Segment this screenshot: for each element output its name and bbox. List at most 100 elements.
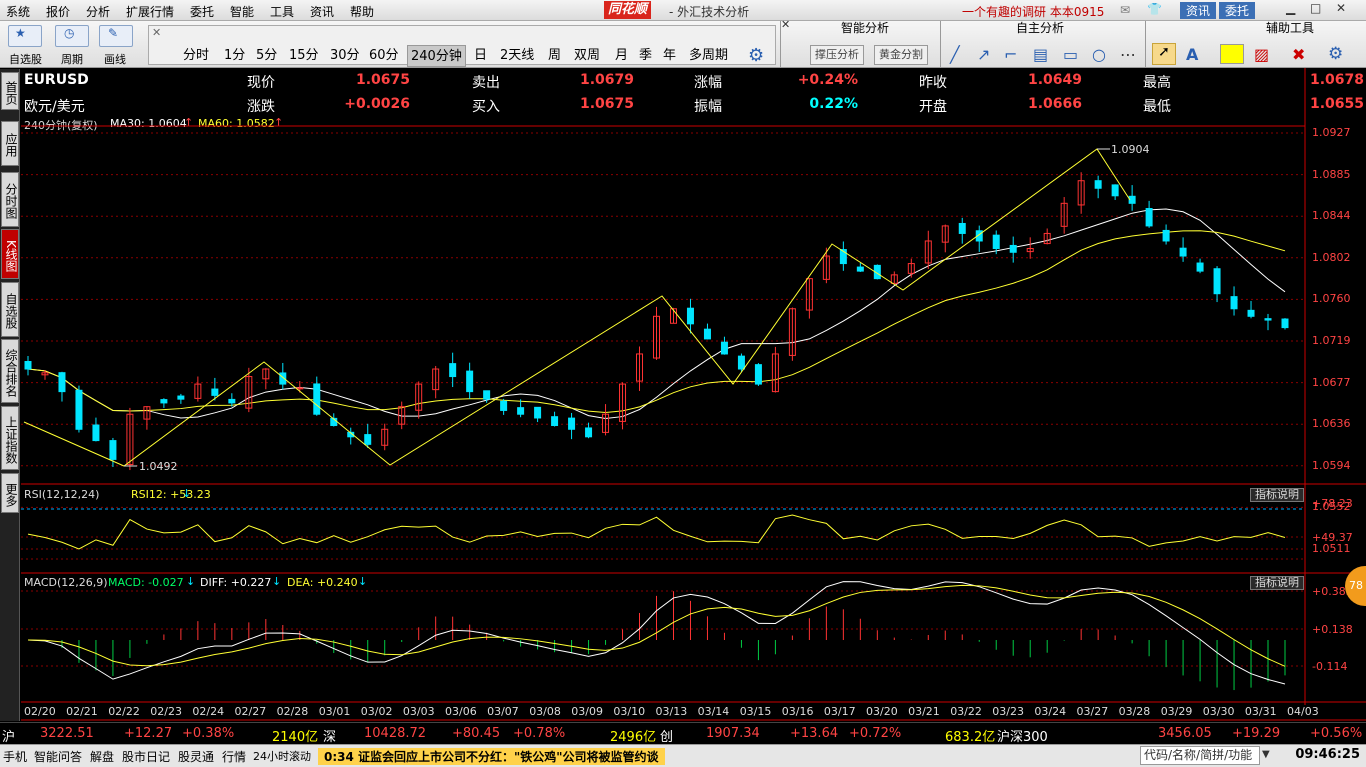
period-30m[interactable]: 30分: [327, 45, 363, 67]
candle-body: [602, 413, 610, 433]
candle-body: [754, 364, 762, 385]
fib-tool-icon[interactable]: ▤: [1033, 45, 1048, 64]
bottom-mobile[interactable]: 手机: [3, 748, 27, 765]
menu-trade[interactable]: 委托: [190, 3, 214, 20]
cursor-tool-icon[interactable]: ➚: [1152, 43, 1176, 65]
period-fenshi[interactable]: 分时: [180, 45, 212, 67]
menu-smart[interactable]: 智能: [230, 3, 254, 20]
candle-body: [1162, 229, 1170, 242]
bottom-qa[interactable]: 智能问答: [34, 748, 82, 765]
close-icon[interactable]: ✕: [1336, 1, 1346, 15]
candle-body: [975, 230, 983, 242]
candle-body: [737, 355, 745, 370]
watchlist-button[interactable]: ★: [8, 25, 42, 47]
smart-panel-close-icon[interactable]: ✕: [781, 18, 790, 31]
channel-tool-icon[interactable]: ⌐: [1004, 45, 1017, 64]
bottom-market[interactable]: 行情: [222, 748, 246, 765]
support-resistance-button[interactable]: 撑压分析: [810, 45, 864, 65]
menu-system[interactable]: 系统: [6, 3, 30, 20]
line-tool-icon[interactable]: ╱: [950, 45, 960, 64]
period-60m[interactable]: 60分: [366, 45, 402, 67]
period-240m[interactable]: 240分钟: [407, 45, 466, 67]
color-swatch[interactable]: [1220, 44, 1244, 64]
collapse-icon[interactable]: ✕: [152, 26, 161, 39]
bottom-lingtong[interactable]: 股灵通: [178, 748, 214, 765]
settings-gear-icon[interactable]: ⚙: [748, 45, 764, 66]
trade-button[interactable]: 委托: [1219, 2, 1256, 19]
window-title: - 外汇技术分析: [669, 5, 750, 19]
bottom-jiepan[interactable]: 解盘: [90, 748, 114, 765]
candle-body: [347, 431, 355, 438]
clear-tool-icon[interactable]: ✖: [1292, 45, 1305, 64]
menu-analysis[interactable]: 分析: [86, 3, 110, 20]
tab-intraday[interactable]: 分时图: [1, 172, 19, 227]
aux-settings-icon[interactable]: ⚙: [1328, 44, 1343, 64]
tab-kline[interactable]: K线图: [1, 229, 19, 279]
symbol-name: 欧元/美元: [24, 99, 85, 115]
candle-body: [669, 308, 677, 324]
period-1m[interactable]: 1分: [221, 45, 248, 67]
user-link[interactable]: 一个有趣的调研 本本0915: [962, 3, 1104, 20]
menu-ext-quote[interactable]: 扩展行情: [126, 3, 174, 20]
ma30-label: MA30: 1.0604: [110, 117, 187, 130]
cy-change: +13.64: [790, 726, 839, 741]
tab-home[interactable]: 首页: [1, 72, 19, 110]
tab-more[interactable]: 更多: [1, 473, 19, 513]
candle-body: [228, 398, 236, 404]
rsi-help-button[interactable]: 指标说明: [1250, 488, 1304, 502]
rsi-line: [27, 514, 1286, 550]
tab-watchlist[interactable]: 自选股: [1, 282, 19, 337]
floating-badge[interactable]: 78: [1345, 566, 1366, 606]
text-tool-icon[interactable]: A: [1186, 45, 1198, 64]
ma60-up-icon: ↑: [274, 116, 284, 129]
period-year[interactable]: 年: [660, 45, 679, 67]
maximize-icon[interactable]: □: [1310, 1, 1321, 15]
circle-tool-icon[interactable]: ○: [1092, 45, 1106, 64]
macd-help-button[interactable]: 指标说明: [1250, 576, 1304, 590]
period-month[interactable]: 月: [612, 45, 631, 67]
menu-news[interactable]: 资讯: [310, 3, 334, 20]
candle-body: [873, 264, 881, 280]
candle-body: [771, 353, 779, 393]
period-day[interactable]: 日: [471, 45, 490, 67]
pencil-icon: ✎: [108, 26, 119, 40]
date-tick: 02/27: [234, 705, 267, 718]
period-15m[interactable]: 15分: [286, 45, 322, 67]
draw-button[interactable]: ✎: [99, 25, 133, 47]
menu-quote[interactable]: 报价: [46, 3, 70, 20]
rect-tool-icon[interactable]: ▭: [1063, 45, 1078, 64]
news-ticker[interactable]: 0:34 证监会回应上市公司不分红："铁公鸡"公司将被监管约谈: [318, 748, 665, 765]
sh-percent: +0.38%: [182, 726, 235, 741]
code-search-input[interactable]: 代码/名称/简拼/功能: [1140, 746, 1260, 765]
period-2day[interactable]: 2天线: [497, 45, 537, 67]
news-button[interactable]: 资讯: [1180, 2, 1217, 19]
mail-icon[interactable]: ✉: [1120, 3, 1130, 17]
kline-period-label: 240分钟(复权): [24, 119, 98, 132]
period-button[interactable]: ◷: [55, 25, 89, 47]
tab-apps[interactable]: 应用: [1, 121, 19, 166]
date-tick: 03/17: [823, 705, 856, 718]
search-dropdown-icon[interactable]: ▼: [1262, 749, 1270, 760]
ray-tool-icon[interactable]: ↗: [977, 45, 990, 64]
delete-tool-icon[interactable]: ▨: [1254, 45, 1269, 64]
period-week[interactable]: 周: [545, 45, 564, 67]
tab-sh-index[interactable]: 上证指数: [1, 406, 19, 470]
shirt-icon[interactable]: 👕: [1147, 2, 1162, 16]
menu-help[interactable]: 帮助: [350, 3, 374, 20]
sh-label: 沪: [2, 730, 16, 745]
self-panel-title: 自主分析: [1015, 21, 1064, 35]
tab-ranking[interactable]: 综合排名: [1, 339, 19, 403]
period-multi[interactable]: 多周期: [686, 45, 731, 67]
minimize-icon[interactable]: ▁: [1286, 1, 1295, 15]
period-5m[interactable]: 5分: [253, 45, 280, 67]
more-tools-icon[interactable]: ⋯: [1120, 45, 1136, 64]
menu-tools[interactable]: 工具: [270, 3, 294, 20]
hs300-label: 沪深300: [997, 730, 1048, 745]
period-season[interactable]: 季: [636, 45, 655, 67]
bottom-diary[interactable]: 股市日记: [122, 748, 170, 765]
candle-body: [822, 255, 830, 280]
golden-section-button[interactable]: 黄金分割: [874, 45, 928, 65]
candle-body: [703, 328, 711, 340]
period-2week[interactable]: 双周: [571, 45, 603, 67]
bottom-24h[interactable]: 24小时滚动: [253, 748, 311, 764]
